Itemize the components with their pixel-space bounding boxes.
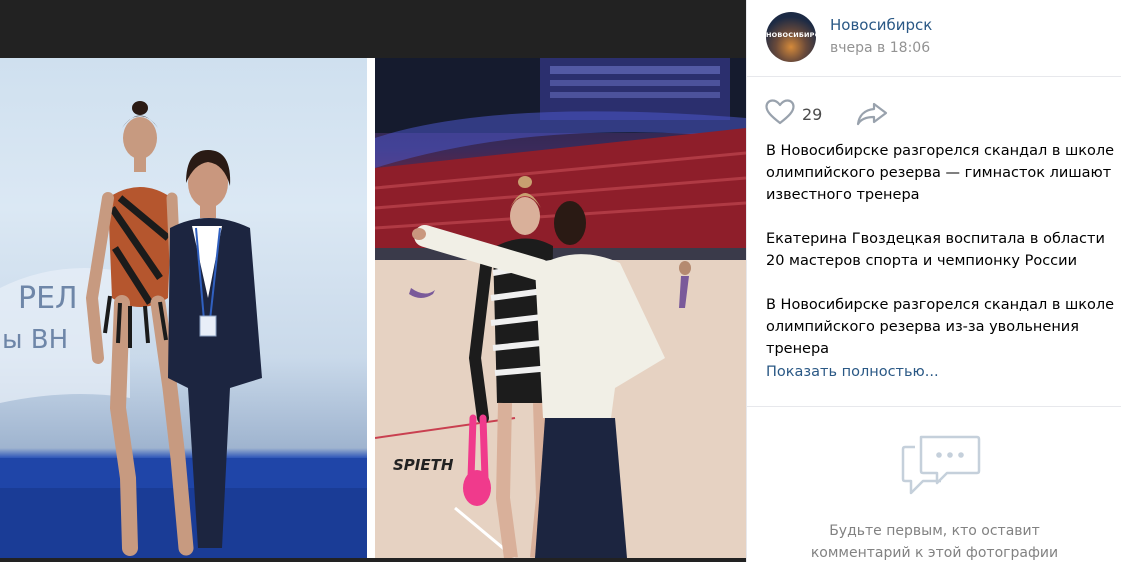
- avatar[interactable]: НОВОСИБИРСК: [766, 12, 816, 62]
- like-button[interactable]: 29: [765, 96, 822, 132]
- photo-right-half: SPIETH: [375, 58, 746, 558]
- speech-bubbles-icon: [901, 421, 981, 501]
- post-paragraph-2: Екатерина Гвоздецкая воспитала в области…: [766, 231, 1105, 269]
- no-comments-line-1: Будьте первым, кто оставит: [829, 523, 1040, 539]
- post-photo[interactable]: РЕЛ ы ВН SPIETH: [0, 58, 746, 558]
- heart-icon: [765, 99, 795, 129]
- banner-text-2: ы ВН: [2, 325, 68, 355]
- photo-viewer: РЕЛ ы ВН SPIETH: [0, 0, 746, 562]
- photo-divider: [367, 58, 375, 558]
- post-text: В Новосибирске разгорелся скандал в школ…: [766, 140, 1116, 382]
- share-arrow-icon: [856, 102, 888, 130]
- post-paragraph-3: В Новосибирске разгорелся скандал в школ…: [766, 297, 1115, 357]
- comments-section: Будьте первым, кто оставит комментарий к…: [747, 406, 1121, 562]
- author-name[interactable]: Новосибирск: [830, 16, 932, 34]
- no-comments-line-2: комментарий к этой фотографии: [810, 545, 1059, 561]
- post-time[interactable]: вчера в 18:06: [830, 40, 930, 56]
- show-more-link[interactable]: Показать полностью...: [766, 364, 939, 380]
- banner-text-1: РЕЛ: [18, 281, 78, 316]
- post-paragraph-1: В Новосибирске разгорелся скандал в школ…: [766, 143, 1115, 203]
- share-button[interactable]: [856, 102, 888, 130]
- post-header: НОВОСИБИРСК Новосибирск вчера в 18:06: [747, 0, 1121, 77]
- avatar-logo-text: НОВОСИБИРСК: [766, 31, 816, 39]
- photo-left-half: РЕЛ ы ВН: [0, 58, 367, 558]
- mat-brand-text: SPIETH: [393, 456, 454, 474]
- post-panel: НОВОСИБИРСК Новосибирск вчера в 18:06 29…: [746, 0, 1121, 562]
- no-comments-hint: Будьте первым, кто оставит комментарий к…: [747, 520, 1121, 562]
- photo-right-illustration: SPIETH: [375, 58, 746, 558]
- post-actions: 29: [747, 96, 1121, 132]
- like-count: 29: [802, 104, 823, 124]
- photo-left-illustration: РЕЛ ы ВН: [0, 101, 367, 558]
